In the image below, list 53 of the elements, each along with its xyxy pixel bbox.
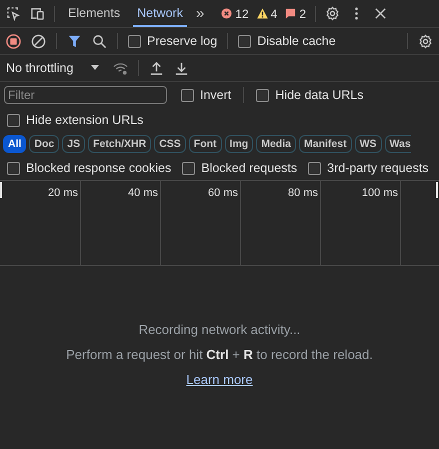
type-filter-chip[interactable]: Was — [384, 135, 411, 153]
clear-icon[interactable] — [31, 34, 46, 48]
type-filter-chip[interactable]: All — [3, 135, 26, 153]
caret-icon — [91, 65, 100, 71]
warning-count[interactable]: 4 — [256, 6, 278, 20]
filter-icon[interactable] — [67, 34, 82, 48]
panel-tab[interactable]: Elements — [64, 0, 124, 27]
device-toolbar-icon[interactable] — [30, 6, 45, 21]
preserve-log-checkbox[interactable]: Preserve log — [128, 34, 218, 48]
panel-tab[interactable]: Network — [133, 0, 187, 27]
type-filter-chip[interactable]: Font — [188, 135, 222, 153]
time-tick-label: 100 ms — [362, 187, 398, 200]
settings-icon[interactable] — [325, 6, 340, 21]
overview-handle[interactable] — [0, 182, 2, 198]
learn-more-link[interactable]: Learn more — [186, 372, 253, 387]
error-icon — [221, 8, 232, 19]
time-tick-label: 40 ms — [128, 187, 158, 200]
blocked-filter-checkbox[interactable]: Blocked requests — [182, 161, 298, 175]
warning-icon — [256, 8, 268, 19]
type-filter-chip[interactable]: Fetch/XHR — [88, 135, 152, 153]
time-tick-label: 80 ms — [288, 187, 318, 200]
invert-checkbox[interactable]: Invert — [181, 88, 232, 102]
type-filter-chip[interactable]: WS — [354, 135, 382, 153]
more-tabs-button[interactable]: » — [196, 5, 204, 22]
upload-icon[interactable] — [149, 60, 164, 76]
record-icon[interactable] — [6, 34, 21, 48]
network-settings-icon[interactable] — [418, 34, 433, 48]
time-tick-label: 20 ms — [48, 187, 78, 200]
type-filter-chip[interactable]: Manifest — [298, 135, 352, 153]
type-filter-chip[interactable]: Doc — [29, 135, 60, 153]
blocked-filter-checkbox[interactable]: Blocked response cookies — [7, 161, 172, 175]
search-icon[interactable] — [92, 34, 107, 48]
empty-state-title: Recording network activity... — [138, 322, 300, 337]
issue-count[interactable]: 2 — [285, 6, 306, 20]
blocked-filter-checkbox[interactable]: 3rd-party requests — [308, 161, 429, 175]
type-filter-chip[interactable]: JS — [62, 135, 86, 153]
type-filter-chip[interactable]: Img — [224, 135, 254, 153]
download-icon[interactable] — [174, 60, 190, 76]
disable-cache-checkbox[interactable]: Disable cache — [238, 34, 336, 48]
overview-handle[interactable] — [436, 182, 438, 198]
hide-extension-urls-checkbox[interactable]: Hide extension URLs — [7, 113, 144, 127]
throttling-dropdown[interactable]: No throttling — [6, 61, 100, 75]
issue-icon — [285, 8, 296, 19]
wifi-gear-icon[interactable] — [113, 60, 128, 76]
type-filter-chip[interactable]: Media — [256, 135, 296, 153]
time-tick-label: 60 ms — [208, 187, 238, 200]
filter-input[interactable]: Filter — [4, 86, 167, 104]
hide-data-urls-checkbox[interactable]: Hide data URLs — [256, 88, 364, 102]
close-icon[interactable] — [373, 6, 388, 21]
type-filter-chip[interactable]: CSS — [154, 135, 186, 153]
empty-state-hint: Perform a request or hit Ctrl + R to record the reload. — [66, 347, 373, 362]
inspect-icon[interactable] — [6, 6, 21, 21]
error-count[interactable]: 12 — [221, 6, 249, 20]
